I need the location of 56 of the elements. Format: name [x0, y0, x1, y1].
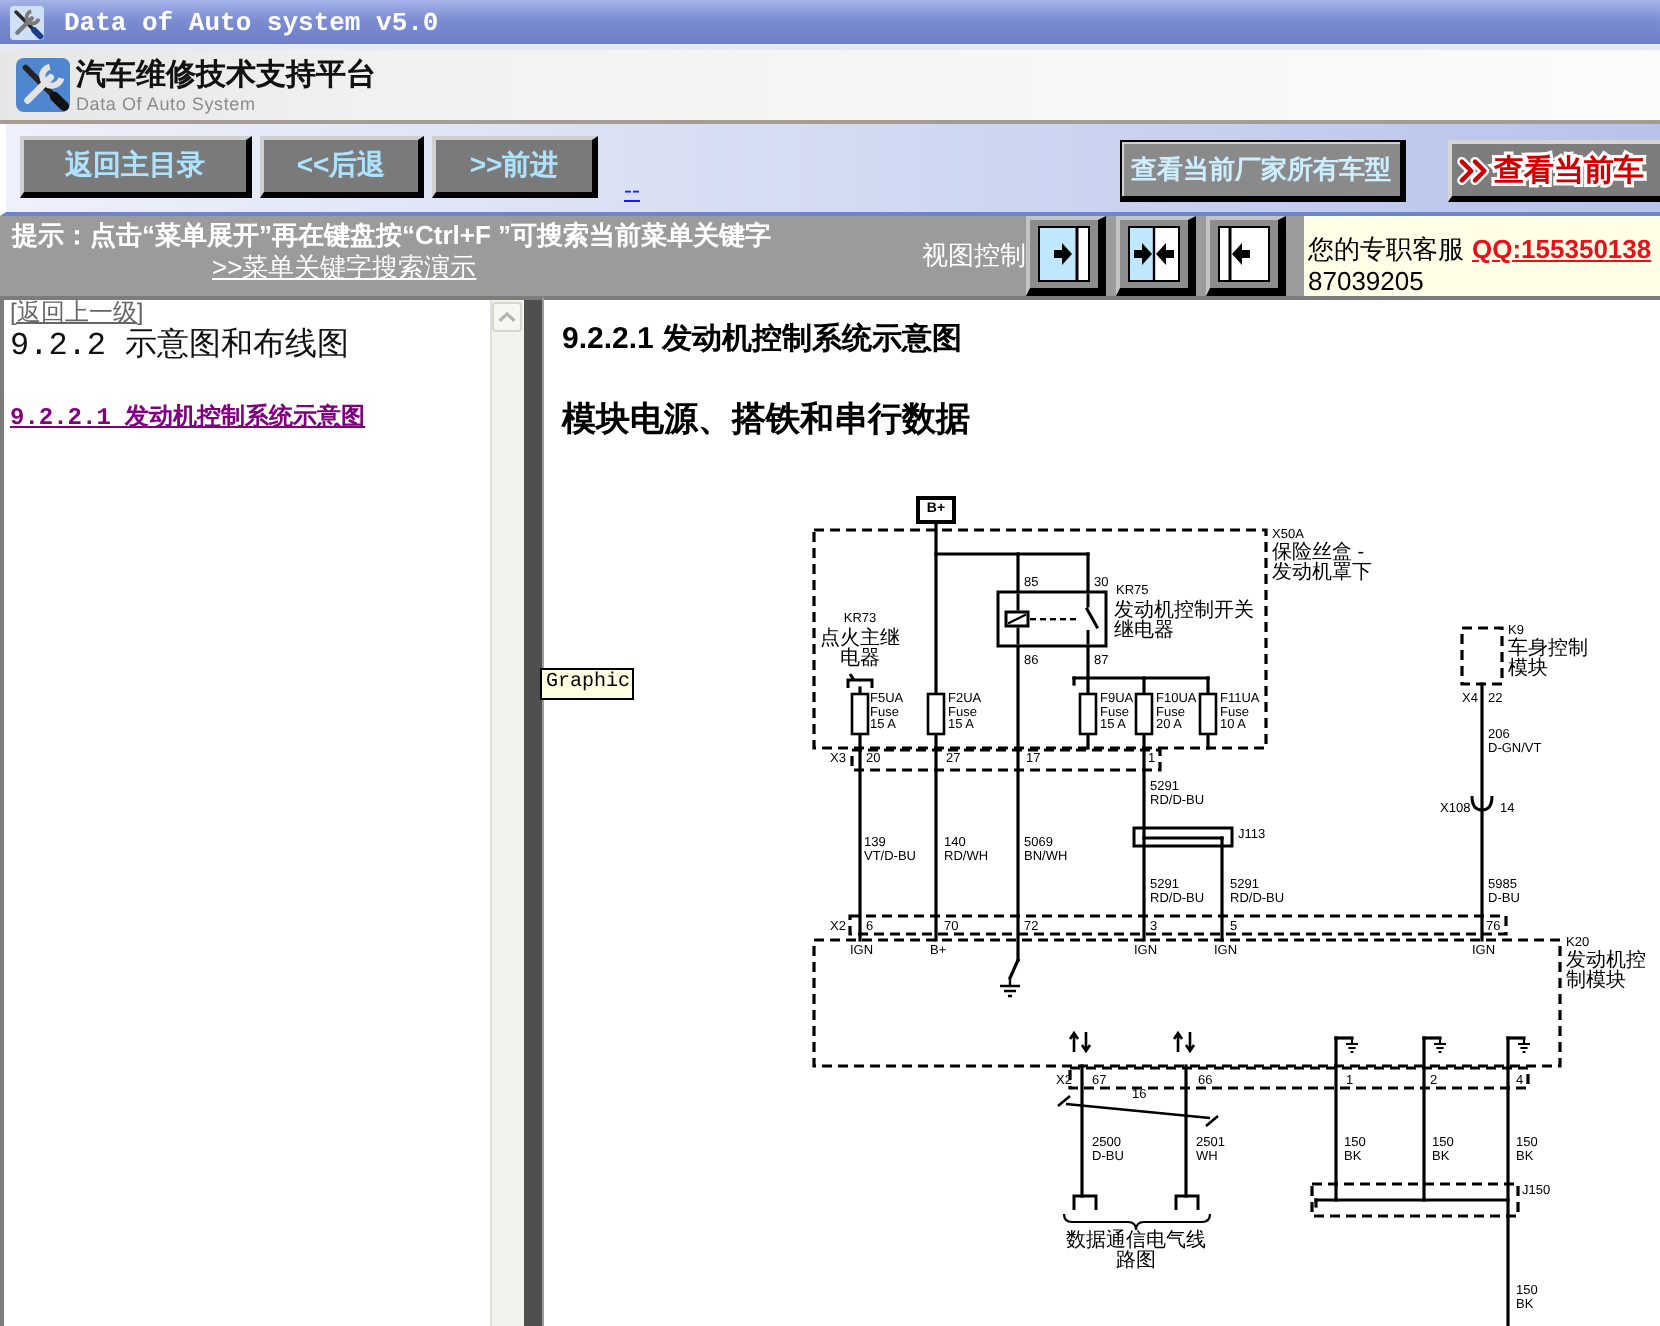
back-link[interactable]: [返回上一级]	[10, 300, 144, 326]
tooltip: Graphic	[540, 668, 634, 700]
module-outline	[1460, 626, 1504, 686]
fuse-symbol	[1198, 692, 1218, 736]
link[interactable]: --	[624, 178, 640, 202]
panel-arrows-inward-icon	[1128, 226, 1180, 282]
panel-arrow-right-icon	[1038, 226, 1090, 282]
main-menu-button[interactable]: 返回主目录	[20, 136, 252, 198]
all-models-button[interactable]: 查看当前厂家所有车型	[1120, 140, 1406, 202]
wire	[1184, 1064, 1188, 1198]
view-button[interactable]	[1116, 216, 1196, 296]
relay-symbol	[996, 590, 1108, 648]
forward-button[interactable]: >>前进	[432, 136, 598, 198]
content-subtitle: 模块电源、搭铁和串行数据	[562, 400, 972, 440]
back-button[interactable]: <<后退	[260, 136, 424, 198]
tools-icon	[16, 58, 70, 112]
data-arrows-icon	[1068, 1030, 1092, 1054]
view-button[interactable]	[1206, 216, 1286, 296]
ground-icon	[1516, 1036, 1532, 1054]
relay-caption: 点火主继电器	[818, 630, 902, 670]
ground-icon	[998, 976, 1022, 998]
data-arrows-icon	[1172, 1030, 1196, 1054]
phone-number: 87039205	[1308, 266, 1424, 298]
service-label: 您的专职客服	[1308, 234, 1464, 266]
terminal-icon	[1072, 1194, 1098, 1210]
tools-icon	[10, 5, 44, 39]
search-demo-link[interactable]: >>菜单关键字搜索演示	[212, 252, 477, 284]
inline-connector-icon	[1470, 795, 1494, 812]
splitter-bar[interactable]	[524, 296, 544, 1326]
module-caption: 发动机控制模块	[1566, 952, 1648, 992]
splice-outline	[1132, 826, 1234, 848]
relay-caption: 发动机控制开关继电器	[1114, 602, 1256, 642]
panel-arrow-left-icon	[1218, 226, 1270, 282]
fuse-box-caption: 保险丝盒 - 发动机罩下	[1272, 544, 1374, 584]
ground-icon	[1344, 1036, 1360, 1054]
terminal-icon	[1174, 1194, 1200, 1210]
view-control-label: 视图控制	[922, 240, 1026, 272]
module-caption: 车身控制模块	[1508, 640, 1590, 680]
content-title: 9.2.2.1 发动机控制系统示意图	[562, 322, 965, 358]
app-subtitle: Data Of Auto System	[76, 93, 256, 113]
qq-link[interactable]: QQ:155350138	[1472, 234, 1652, 266]
section-heading: 9.2.2 示意图和布线图	[10, 326, 350, 366]
sidebar-item[interactable]: 9.2.2.1 发动机控制系统示意图	[10, 404, 366, 432]
wire	[1080, 1064, 1084, 1198]
app-title: 汽车维修技术支持平台	[76, 57, 376, 93]
ground-icon	[1432, 1036, 1448, 1054]
window-title: Data of Auto system v5.0	[64, 7, 439, 37]
relay-contact-icon	[846, 672, 874, 690]
double-chevron-icon	[1456, 155, 1494, 185]
view-button[interactable]	[1026, 216, 1106, 296]
hint-text: 提示：点击“菜单展开”再在键盘按“Ctrl+F ”可搜索当前菜单关键字	[12, 220, 772, 252]
fuse-symbol	[926, 692, 946, 736]
fuse-symbol	[850, 692, 870, 736]
bus-caption: 数据通信电气线路图	[1064, 1232, 1208, 1272]
chevron-up-icon	[498, 312, 516, 322]
fuse-symbol	[1134, 692, 1154, 736]
